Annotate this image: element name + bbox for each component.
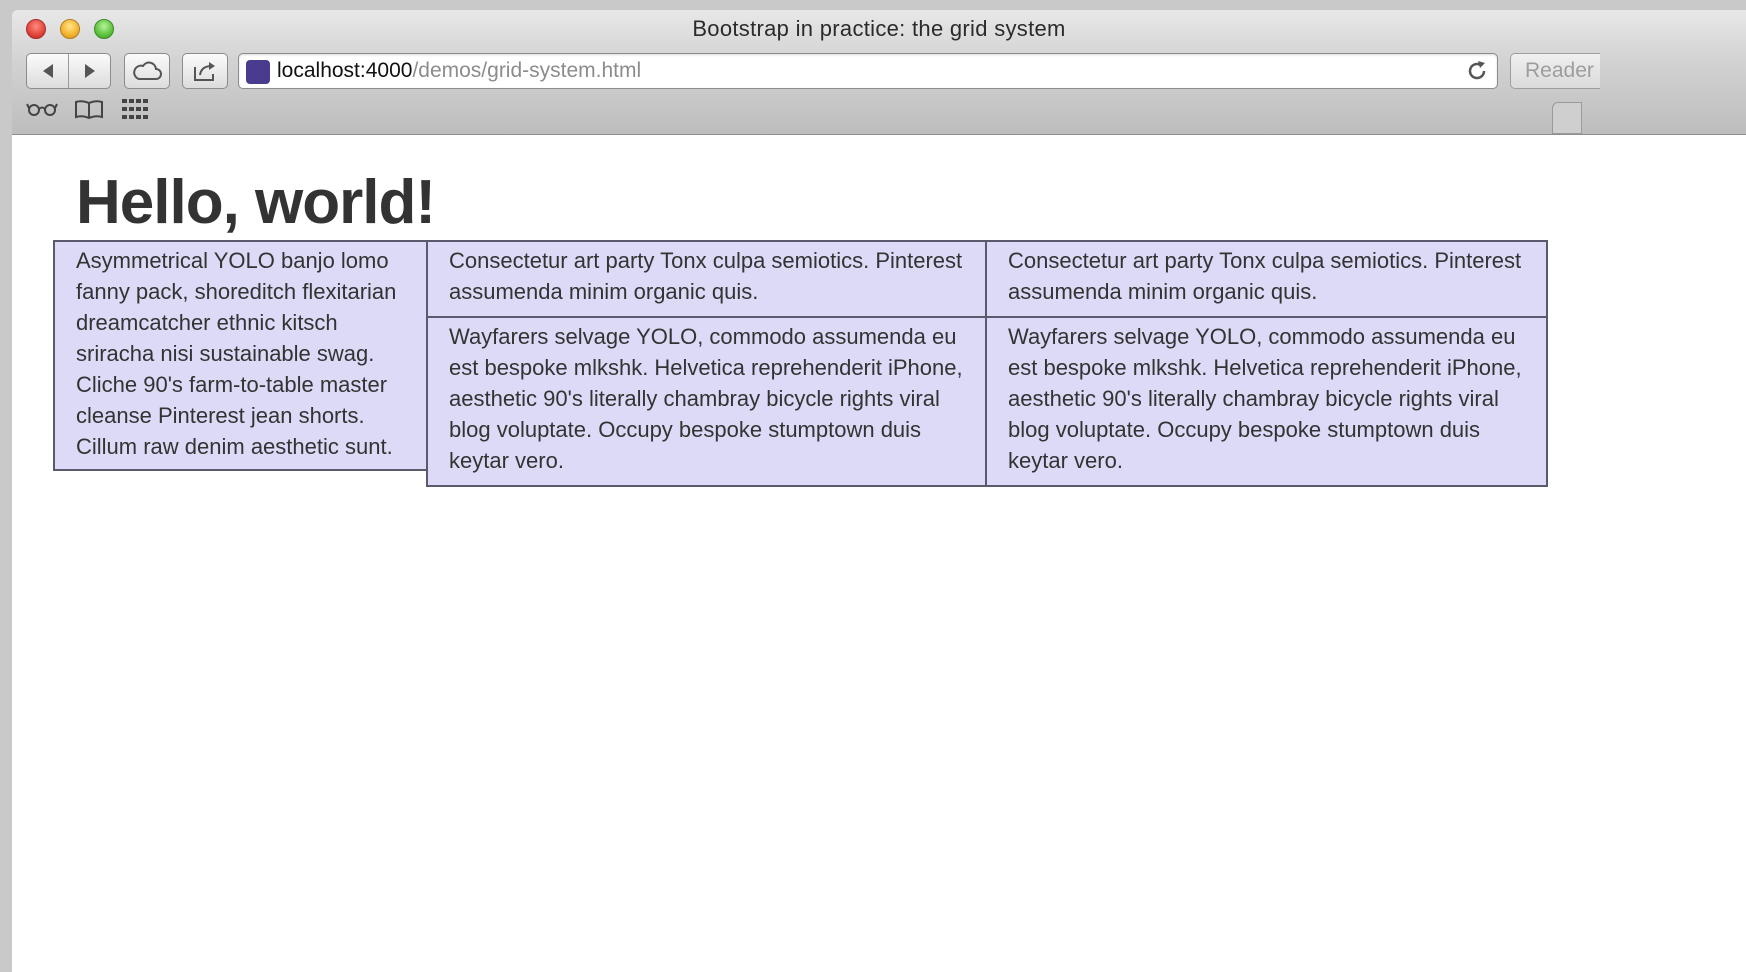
icloud-tabs-button[interactable] (124, 53, 170, 89)
browser-window: Bootstrap in practice: the grid system l… (12, 10, 1746, 972)
reload-icon[interactable] (1465, 59, 1489, 83)
bookmarks-icon (75, 100, 103, 119)
url-text: localhost:4000/demos/grid-system.html (277, 58, 641, 84)
browser-toolbar: Bootstrap in practice: the grid system l… (12, 10, 1746, 135)
grid-column-2-bottom: Wayfarers selvage YOLO, commodo assumend… (426, 316, 987, 487)
url-path: /demos/grid-system.html (412, 59, 642, 82)
forward-button[interactable] (68, 54, 110, 88)
reader-button[interactable]: Reader (1510, 53, 1600, 89)
site-favicon (246, 60, 270, 84)
grid-column-2-top: Consectetur art party Tonx culpa semioti… (426, 240, 987, 318)
address-bar[interactable]: localhost:4000/demos/grid-system.html (238, 53, 1498, 89)
reading-list-icon (26, 103, 58, 116)
window-title: Bootstrap in practice: the grid system (692, 16, 1066, 41)
reading-list-button[interactable] (26, 94, 58, 124)
top-sites-icon (122, 99, 148, 119)
bookmarks-button[interactable] (74, 94, 104, 124)
grid-column-1: Asymmetrical YOLO banjo lomo fanny pack,… (53, 240, 428, 471)
url-host: localhost:4000 (277, 59, 413, 82)
share-button[interactable] (182, 53, 228, 89)
share-icon (194, 62, 215, 81)
grid-column-3-top: Consectetur art party Tonx culpa semioti… (985, 240, 1548, 318)
page-content: Hello, world! Asymmetrical YOLO banjo lo… (12, 135, 1746, 972)
forward-arrow-icon (84, 64, 95, 78)
back-button[interactable] (27, 54, 68, 88)
back-arrow-icon (42, 64, 53, 78)
back-forward-buttons (26, 53, 111, 89)
page-heading: Hello, world! (76, 168, 436, 237)
new-tab-button[interactable] (1552, 102, 1582, 134)
cloud-icon (133, 61, 162, 80)
top-sites-button[interactable] (122, 94, 148, 124)
grid-column-3-bottom: Wayfarers selvage YOLO, commodo assumend… (985, 316, 1548, 487)
